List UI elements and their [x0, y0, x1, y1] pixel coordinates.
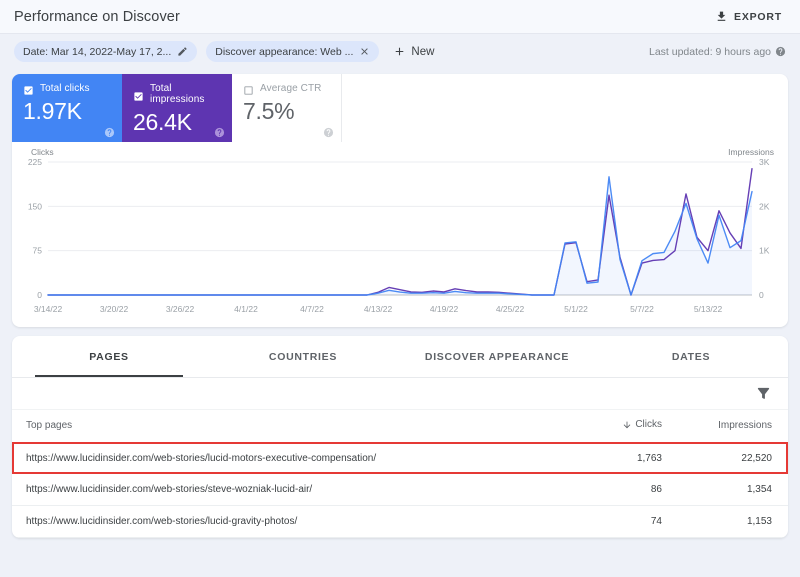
row-impressions: 22,520 [678, 442, 788, 474]
row-url[interactable]: https://www.lucidinsider.com/web-stories… [12, 505, 568, 537]
x-axis-tick: 5/7/22 [630, 304, 654, 314]
x-axis-tick: 3/20/22 [100, 304, 129, 314]
tab-discover-appearance[interactable]: DISCOVER APPEARANCE [400, 336, 594, 377]
chip-date-label: Date: Mar 14, 2022-May 17, 2... [23, 46, 171, 58]
chart-area-clicks [48, 177, 752, 295]
row-url[interactable]: https://www.lucidinsider.com/web-stories… [12, 442, 568, 474]
table-toolbar [12, 378, 788, 410]
tab-dates-label: DATES [672, 351, 710, 363]
page-header: Performance on Discover EXPORT [0, 0, 800, 34]
column-header-top-pages[interactable]: Top pages [12, 410, 568, 442]
table-row[interactable]: https://www.lucidinsider.com/web-stories… [12, 442, 788, 474]
metric-cards: Total clicks 1.97K Total impressions 26.… [12, 74, 788, 142]
metric-card-average-ctr[interactable]: Average CTR 7.5% [232, 74, 342, 142]
row-clicks: 86 [568, 474, 678, 506]
y-axis-left-tick: 75 [33, 246, 43, 256]
close-icon[interactable] [359, 46, 370, 57]
x-axis-tick: 5/1/22 [564, 304, 588, 314]
metric-value-average-ctr: 7.5% [243, 98, 330, 125]
dimension-table-panel: PAGES COUNTRIES DISCOVER APPEARANCE DATE… [12, 336, 788, 538]
performance-line-chart[interactable]: Clicks Impressions 00751K1502K2253K3/14/… [12, 142, 788, 327]
help-circle-icon[interactable] [775, 46, 786, 57]
top-pages-table: Top pages Clicks Impressions https://www… [12, 410, 788, 538]
y-axis-right-tick: 3K [759, 157, 770, 167]
help-circle-icon[interactable] [214, 125, 225, 136]
table-row[interactable]: https://www.lucidinsider.com/web-stories… [12, 474, 788, 506]
checkbox-checked-icon[interactable] [133, 89, 144, 100]
help-circle-icon[interactable] [323, 125, 334, 136]
plus-icon [393, 45, 406, 58]
tab-pages-label: PAGES [89, 351, 128, 363]
y-axis-right-tick: 2K [759, 201, 770, 211]
chip-discover-appearance-label: Discover appearance: Web ... [215, 46, 353, 58]
y-axis-left-tick: 0 [37, 290, 42, 300]
download-icon [715, 10, 728, 23]
export-label: EXPORT [734, 11, 782, 23]
y-axis-left-tick: 225 [28, 157, 42, 167]
filter-list-icon[interactable] [755, 385, 772, 402]
tab-countries-label: COUNTRIES [269, 351, 337, 363]
add-new-filter-label: New [411, 46, 434, 58]
y-axis-left-tick: 150 [28, 201, 42, 211]
metric-label-total-impressions: Total impressions [150, 83, 221, 105]
metric-value-total-clicks: 1.97K [23, 98, 111, 125]
page-title: Performance on Discover [14, 9, 711, 25]
tab-dates[interactable]: DATES [594, 336, 788, 377]
x-axis-tick: 3/14/22 [34, 304, 63, 314]
performance-chart-panel: Total clicks 1.97K Total impressions 26.… [12, 74, 788, 327]
help-circle-icon[interactable] [104, 125, 115, 136]
last-updated: Last updated: 9 hours ago [649, 46, 786, 58]
chip-date-filter[interactable]: Date: Mar 14, 2022-May 17, 2... [14, 41, 197, 62]
metric-label-total-clicks: Total clicks [40, 83, 90, 94]
pencil-icon[interactable] [177, 46, 188, 57]
x-axis-tick: 3/26/22 [166, 304, 195, 314]
filter-bar: Date: Mar 14, 2022-May 17, 2... Discover… [0, 34, 800, 69]
table-row[interactable]: https://www.lucidinsider.com/web-stories… [12, 505, 788, 537]
row-impressions: 1,153 [678, 505, 788, 537]
row-url[interactable]: https://www.lucidinsider.com/web-stories… [12, 474, 568, 506]
dimension-tabs: PAGES COUNTRIES DISCOVER APPEARANCE DATE… [12, 336, 788, 378]
export-button[interactable]: EXPORT [711, 6, 786, 27]
x-axis-tick: 4/1/22 [234, 304, 258, 314]
tab-discover-appearance-label: DISCOVER APPEARANCE [425, 351, 569, 363]
row-clicks: 74 [568, 505, 678, 537]
tab-countries[interactable]: COUNTRIES [206, 336, 400, 377]
last-updated-label: Last updated: 9 hours ago [649, 46, 771, 58]
performance-on-discover-page: Performance on Discover EXPORT Date: Mar… [0, 0, 800, 577]
x-axis-tick: 4/25/22 [496, 304, 525, 314]
x-axis-tick: 4/19/22 [430, 304, 459, 314]
table-body: https://www.lucidinsider.com/web-stories… [12, 442, 788, 537]
x-axis-tick: 5/13/22 [694, 304, 723, 314]
row-clicks: 1,763 [568, 442, 678, 474]
metric-value-total-impressions: 26.4K [133, 109, 221, 136]
add-new-filter-button[interactable]: New [388, 42, 439, 61]
y-axis-right-tick: 0 [759, 290, 764, 300]
table-header-row: Top pages Clicks Impressions [12, 410, 788, 442]
column-header-clicks-label: Clicks [635, 419, 662, 430]
x-axis-tick: 4/13/22 [364, 304, 393, 314]
column-header-impressions[interactable]: Impressions [678, 410, 788, 442]
metric-card-total-impressions[interactable]: Total impressions 26.4K [122, 74, 232, 142]
checkbox-unchecked-icon[interactable] [243, 83, 254, 94]
column-header-clicks[interactable]: Clicks [568, 410, 678, 442]
arrow-down-icon [622, 420, 632, 430]
row-impressions: 1,354 [678, 474, 788, 506]
metric-card-total-clicks[interactable]: Total clicks 1.97K [12, 74, 122, 142]
y-axis-right-tick: 1K [759, 246, 770, 256]
x-axis-tick: 4/7/22 [300, 304, 324, 314]
chip-discover-appearance-filter[interactable]: Discover appearance: Web ... [206, 41, 379, 62]
tab-pages[interactable]: PAGES [12, 336, 206, 377]
checkbox-checked-icon[interactable] [23, 83, 34, 94]
metric-label-average-ctr: Average CTR [260, 83, 322, 94]
chart-svg: 0 0 75 1K 150 2K 225 3K 3/14/22 3/20/22 3/26/22 4/1… [12, 142, 788, 327]
